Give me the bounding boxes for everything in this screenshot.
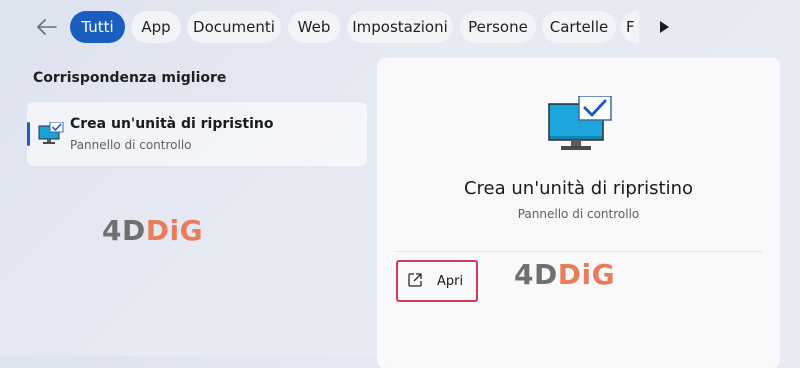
tab-web[interactable]: Web — [288, 11, 340, 43]
watermark-part2: DiG — [557, 258, 616, 291]
watermark-part2: DiG — [145, 214, 204, 247]
preview-title: Crea un'unità di ripristino — [463, 178, 694, 199]
monitor-checkmark-icon — [38, 122, 64, 144]
tab-truncated[interactable]: F — [621, 11, 639, 43]
tab-persone[interactable]: Persone — [460, 11, 536, 43]
tab-cartelle[interactable]: Cartelle — [542, 11, 616, 43]
watermark-logo: 4DDiG — [102, 214, 203, 247]
watermark-logo: 4DDiG — [514, 258, 615, 291]
watermark-part1: 4D — [102, 214, 146, 247]
best-match-title: Crea un'unità di ripristino — [70, 116, 274, 132]
arrow-left-icon — [37, 19, 57, 35]
preview-subtitle: Pannello di controllo — [517, 207, 640, 221]
open-button[interactable]: Apri — [396, 260, 478, 302]
play-triangle-icon — [660, 21, 669, 33]
tab-tutti[interactable]: Tutti — [70, 11, 125, 43]
scroll-filters-button[interactable] — [652, 14, 676, 40]
selection-indicator — [27, 122, 30, 146]
preview-panel: Crea un'unità di ripristino Pannello di … — [377, 58, 780, 368]
best-match-heading: Corrispondenza migliore — [33, 70, 227, 86]
open-button-label: Apri — [437, 273, 464, 289]
best-match-subtitle: Pannello di controllo — [70, 138, 192, 152]
open-external-icon — [407, 272, 425, 290]
monitor-checkmark-icon — [548, 96, 612, 150]
tab-documenti[interactable]: Documenti — [187, 11, 281, 43]
back-button[interactable] — [32, 12, 62, 42]
tab-impostazioni[interactable]: Impostazioni — [347, 11, 453, 43]
divider — [395, 251, 762, 252]
best-match-result[interactable]: Crea un'unità di ripristino Pannello di … — [27, 102, 367, 166]
tab-app[interactable]: App — [131, 11, 181, 43]
watermark-part1: 4D — [514, 258, 558, 291]
